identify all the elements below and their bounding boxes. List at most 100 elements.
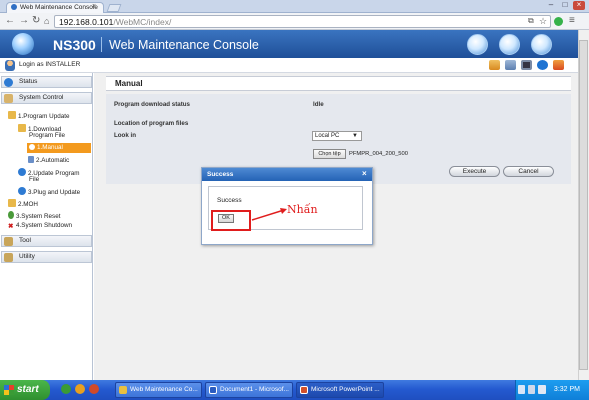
update-icon xyxy=(18,168,26,176)
save-icon[interactable] xyxy=(521,60,532,70)
forward-icon[interactable]: → xyxy=(19,15,29,27)
tray-volume-icon[interactable] xyxy=(528,385,535,394)
task-label: Document1 - Microsof... xyxy=(220,386,289,393)
folder-open-icon xyxy=(18,124,26,132)
annotation-text: Nhấn xyxy=(287,203,318,216)
tray-network-icon[interactable] xyxy=(518,385,525,394)
url-path: /WebMC/index/ xyxy=(113,17,172,27)
task-web-maintenance[interactable]: Web Maintenance Co... xyxy=(115,382,202,398)
login-label: Login as INSTALLER xyxy=(19,61,81,68)
status-icon xyxy=(4,78,13,87)
exit-icon[interactable] xyxy=(553,60,564,70)
choose-file-button[interactable]: Chọn tệp xyxy=(313,149,346,159)
scrollbar-thumb[interactable] xyxy=(579,40,588,370)
sidebar-tool[interactable]: Tool xyxy=(1,235,92,247)
info-icon[interactable] xyxy=(537,60,548,70)
location-label: Location of program files xyxy=(114,120,189,127)
browser-tab[interactable]: Web Maintenance Console xyxy=(6,2,104,13)
globe-logo-icon xyxy=(12,33,34,55)
product-name: NS300 xyxy=(53,37,96,53)
highlight-box xyxy=(211,210,251,231)
close-window-icon[interactable]: × xyxy=(573,1,585,10)
system-tray: 3:32 PM xyxy=(515,380,589,400)
update-label-2: File xyxy=(29,176,40,183)
tools-header-icon[interactable] xyxy=(499,34,520,55)
sidebar-status[interactable]: Status xyxy=(1,76,92,88)
sidebar-utility-label: Utility xyxy=(19,253,35,260)
sidebar-item-system-reset[interactable]: 3.System Reset xyxy=(8,211,60,220)
status-label: Program download status xyxy=(114,101,190,108)
folder-open-icon xyxy=(8,111,16,119)
home-icon[interactable]: ⌂ xyxy=(44,15,49,27)
tab-title: Web Maintenance Console xyxy=(20,4,98,11)
task-powerpoint[interactable]: Microsoft PowerPoint ... xyxy=(296,382,384,398)
address-bar[interactable]: 192.168.0.101/WebMC/index/ xyxy=(54,15,551,28)
favicon-icon xyxy=(11,4,17,10)
sidebar-status-label: Status xyxy=(19,78,38,85)
task-label: Web Maintenance Co... xyxy=(130,386,198,393)
lookin-value: Local PC xyxy=(315,133,340,139)
home-header-icon[interactable] xyxy=(467,34,488,55)
user-icon xyxy=(5,60,15,71)
folder-icon xyxy=(8,199,16,207)
document-icon[interactable] xyxy=(505,60,516,70)
sidebar-item-update-program[interactable]: 2.Update Program xyxy=(18,168,79,177)
minimize-icon[interactable]: – xyxy=(545,1,557,10)
dropdown-arrow-icon: ▼ xyxy=(352,133,358,139)
sidebar-utility[interactable]: Utility xyxy=(1,251,92,263)
automatic-label: 2.Automatic xyxy=(36,157,70,164)
tray-language-icon[interactable] xyxy=(538,385,546,394)
panel-title: Manual xyxy=(106,76,571,91)
sidebar-item-moh[interactable]: 2.MOH xyxy=(8,199,38,208)
translate-icon[interactable]: ⧉ xyxy=(528,15,534,27)
sidebar-item-program-update[interactable]: 1.Program Update xyxy=(8,111,69,120)
lookin-select[interactable]: Local PC ▼ xyxy=(312,131,362,141)
maximize-icon[interactable]: □ xyxy=(559,1,571,10)
execute-button[interactable]: Execute xyxy=(449,166,500,177)
quicklaunch-icon-1[interactable] xyxy=(61,384,71,394)
quicklaunch-icon-3[interactable] xyxy=(89,384,99,394)
powerpoint-icon xyxy=(300,386,308,394)
sidebar-item-system-shutdown[interactable]: ✖ 4.System Shutdown xyxy=(8,222,72,231)
quicklaunch-icon-2[interactable] xyxy=(75,384,85,394)
calendar-icon[interactable] xyxy=(489,60,500,70)
sidebar-item-automatic[interactable]: 2.Automatic xyxy=(28,156,69,164)
moh-label: 2.MOH xyxy=(18,201,38,208)
app-title: Web Maintenance Console xyxy=(109,38,259,52)
lookin-label: Look in xyxy=(114,132,136,139)
file-name: PFMPR_004_200_500 xyxy=(349,151,408,157)
cancel-button[interactable]: Cancel xyxy=(503,166,554,177)
automatic-icon xyxy=(28,156,34,163)
sidebar-item-plug-update[interactable]: 3.Plug and Update xyxy=(18,187,80,196)
status-value: Idle xyxy=(313,101,324,108)
system-reset-label: 3.System Reset xyxy=(16,213,61,220)
plug-update-icon xyxy=(18,187,26,195)
sidebar-tool-label: Tool xyxy=(19,237,31,244)
url-host: 192.168.0.101 xyxy=(59,17,114,27)
word-icon xyxy=(209,386,217,394)
sidebar-item-manual[interactable]: 1.Manual xyxy=(27,143,91,153)
manual-label: 1.Manual xyxy=(37,144,63,151)
menu-icon[interactable]: ≡ xyxy=(569,15,575,27)
chrome-icon xyxy=(119,386,127,394)
tab-close-icon[interactable]: × xyxy=(92,3,96,10)
program-update-label: 1.Program Update xyxy=(18,113,70,120)
extension-icon[interactable] xyxy=(554,17,563,26)
reset-icon xyxy=(8,211,14,219)
reload-icon[interactable]: ↻ xyxy=(32,15,40,27)
system-shutdown-label: 4.System Shutdown xyxy=(16,222,73,229)
dialog-title: Success xyxy=(202,168,372,181)
logout-header-icon[interactable] xyxy=(531,34,552,55)
annotation-arrow xyxy=(251,208,287,221)
shutdown-icon: ✖ xyxy=(8,223,14,230)
clock: 3:32 PM xyxy=(553,386,580,393)
dialog-message: Success xyxy=(217,197,242,204)
task-word-document[interactable]: Document1 - Microsof... xyxy=(205,382,293,398)
utility-icon xyxy=(4,253,13,262)
header-divider xyxy=(101,37,102,52)
dialog-close-icon[interactable]: × xyxy=(362,169,367,179)
sidebar-system-control[interactable]: System Control xyxy=(1,92,92,104)
windows-flag-icon xyxy=(4,385,14,395)
bookmark-star-icon[interactable]: ☆ xyxy=(539,15,547,27)
back-icon[interactable]: ← xyxy=(5,15,15,27)
